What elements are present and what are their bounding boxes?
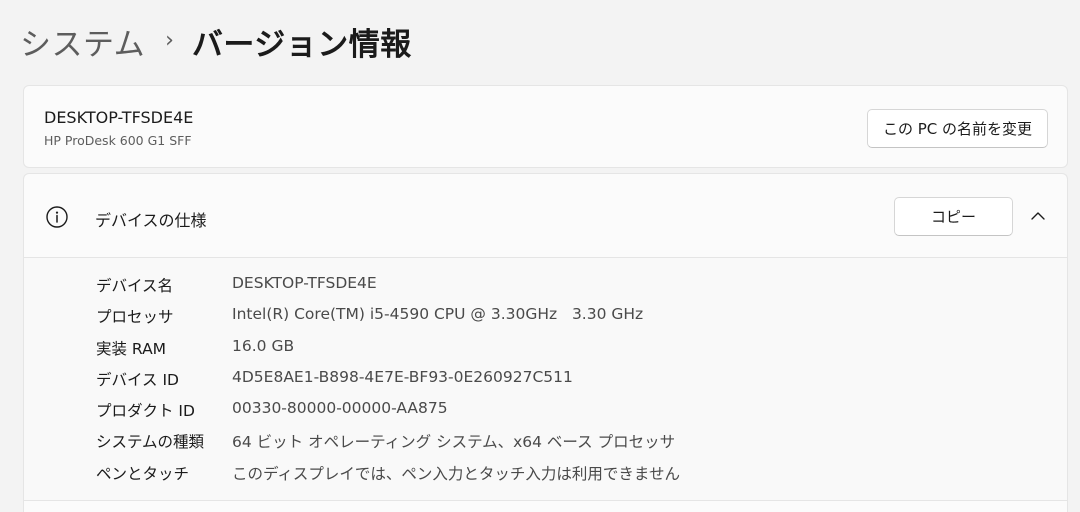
spec-row-system-type: システムの種類 64 ビット オペレーティング システム、x64 ベース プロセ… [24, 424, 1067, 454]
device-specs-list: デバイス名 DESKTOP-TFSDE4E プロセッサ Intel(R) Cor… [24, 258, 1067, 501]
breadcrumb: システム › バージョン情報 [20, 18, 412, 64]
spec-value: Intel(R) Core(TM) i5-4590 CPU @ 3.30GHz … [232, 305, 644, 323]
spec-row-ram: 実装 RAM 16.0 GB [24, 331, 1067, 361]
spec-label: ペンとタッチ [96, 465, 190, 483]
spec-row-product-id: プロダクト ID 00330-80000-00000-AA875 [24, 393, 1067, 423]
spec-value: 16.0 GB [232, 337, 295, 355]
spec-row-device-id: デバイス ID 4D5E8AE1-B898-4E7E-BF93-0E260927… [24, 362, 1067, 392]
spec-label: デバイス名 [96, 277, 174, 295]
divider [23, 500, 1068, 501]
spec-label: プロダクト ID [96, 402, 195, 420]
breadcrumb-separator: › [165, 27, 174, 53]
spec-label: システムの種類 [96, 433, 205, 451]
spec-label: 実装 RAM [96, 340, 167, 358]
about-page: システム › バージョン情報 DESKTOP-TFSDE4E HP ProDes… [0, 0, 1080, 512]
chevron-up-icon[interactable] [1029, 207, 1047, 225]
device-name-card: DESKTOP-TFSDE4E HP ProDesk 600 G1 SFF この… [23, 85, 1068, 168]
spec-value: DESKTOP-TFSDE4E [232, 274, 377, 292]
device-specs-card: デバイスの仕様 コピー デバイス名 DESKTOP-TFSDE4E プロセッサ … [23, 173, 1068, 512]
copy-button[interactable]: コピー [894, 197, 1013, 236]
device-name: DESKTOP-TFSDE4E [44, 108, 194, 127]
device-specs-title: デバイスの仕様 [95, 211, 207, 230]
device-specs-header[interactable]: デバイスの仕様 コピー [24, 174, 1067, 258]
page-title: バージョン情報 [191, 26, 412, 63]
spec-row-device-name: デバイス名 DESKTOP-TFSDE4E [24, 268, 1067, 298]
info-icon [46, 206, 68, 228]
spec-value: 00330-80000-00000-AA875 [232, 399, 448, 417]
device-model: HP ProDesk 600 G1 SFF [44, 133, 192, 148]
spec-value: 4D5E8AE1-B898-4E7E-BF93-0E260927C511 [232, 368, 573, 386]
breadcrumb-system-link[interactable]: システム [20, 19, 145, 64]
spec-label: プロセッサ [96, 308, 174, 326]
spec-row-processor: プロセッサ Intel(R) Core(TM) i5-4590 CPU @ 3.… [24, 299, 1067, 329]
spec-value: 64 ビット オペレーティング システム、x64 ベース プロセッサ [232, 433, 676, 451]
spec-row-pen-touch: ペンとタッチ このディスプレイでは、ペン入力とタッチ入力は利用できません [24, 456, 1067, 486]
spec-label: デバイス ID [96, 371, 179, 389]
spec-value: このディスプレイでは、ペン入力とタッチ入力は利用できません [232, 465, 680, 483]
rename-pc-button[interactable]: この PC の名前を変更 [867, 109, 1048, 148]
